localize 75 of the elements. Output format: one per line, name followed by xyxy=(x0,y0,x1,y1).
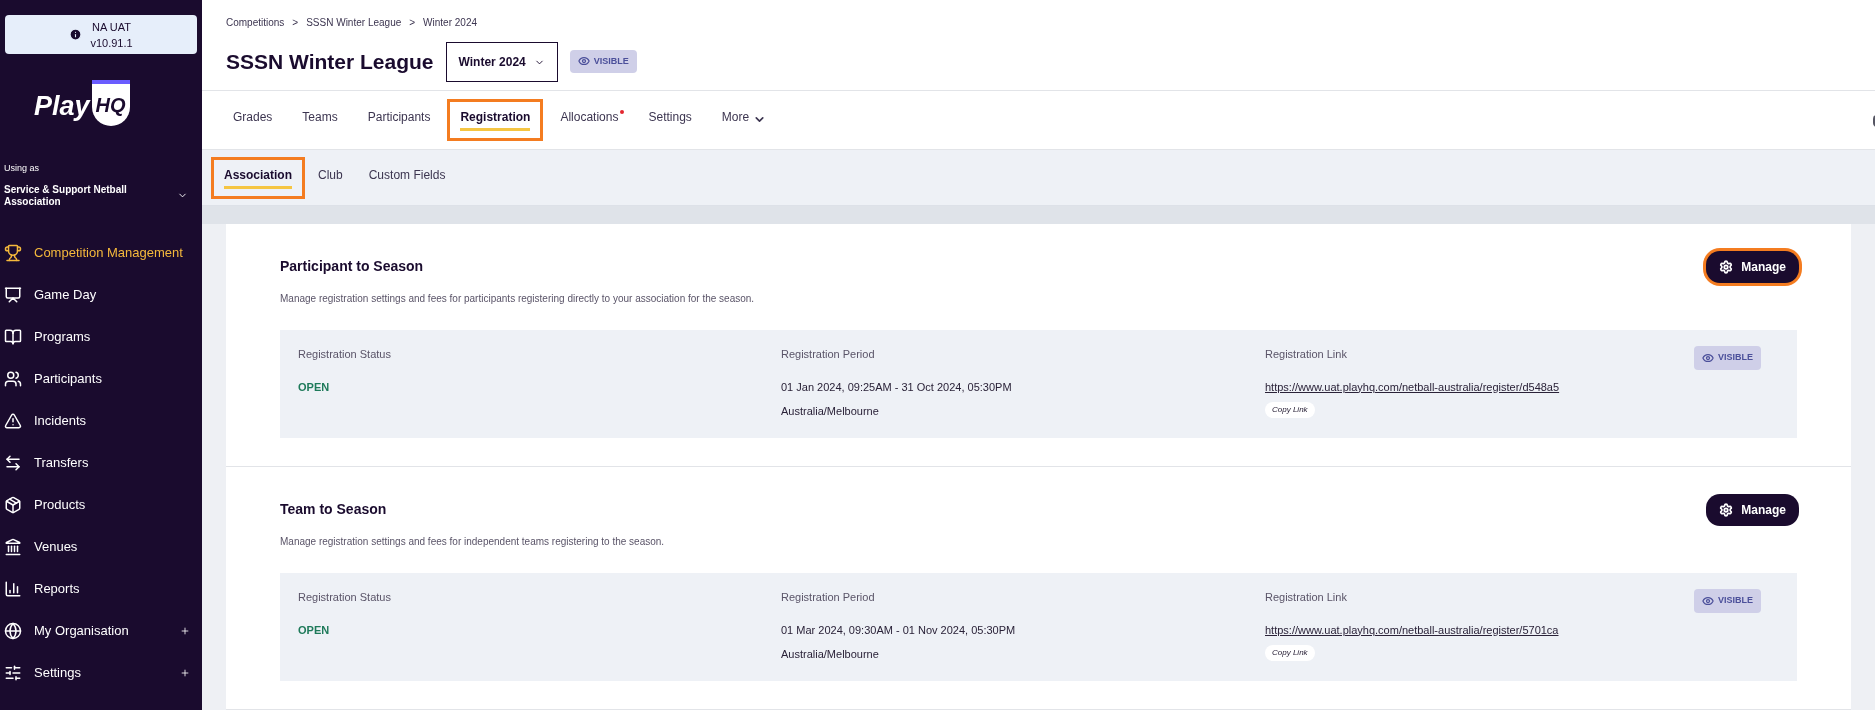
period-label: Registration Period xyxy=(781,347,876,362)
breadcrumb-link[interactable]: Competitions xyxy=(226,15,285,30)
breadcrumb-separator: > xyxy=(292,16,299,30)
nav-item[interactable]: Products xyxy=(0,483,202,526)
registration-link[interactable]: https://www.uat.playhq.com/netball-australia/register/5701ca xyxy=(1265,621,1694,638)
settings-icon xyxy=(1719,260,1734,274)
globe-icon xyxy=(4,621,22,640)
environment-version: v10.91.1 xyxy=(90,35,133,51)
registration-link[interactable]: https://www.uat.playhq.com/netball-australia/register/d548a5 xyxy=(1265,378,1694,395)
nav-item[interactable]: Settings xyxy=(0,651,202,694)
tab[interactable]: Teams xyxy=(289,98,351,141)
link-label: Registration Link xyxy=(1265,590,1348,605)
tab[interactable]: Participants xyxy=(354,98,444,141)
nav-item[interactable]: Transfers xyxy=(0,441,202,484)
visibility-badge: VISIBLE xyxy=(1694,346,1761,370)
eye-icon xyxy=(1702,594,1714,607)
book-icon xyxy=(4,327,22,346)
nav-item[interactable]: Programs xyxy=(0,315,202,358)
timezone-value: Australia/Melbourne xyxy=(781,647,880,662)
sub-tab[interactable]: Association xyxy=(211,156,305,199)
plus-icon[interactable] xyxy=(180,625,190,636)
link-label: Registration Link xyxy=(1265,347,1348,362)
nav-item[interactable]: Participants xyxy=(0,357,202,400)
using-as-label: Using as xyxy=(4,162,40,175)
playhq-logo[interactable]: Play HQ xyxy=(34,76,202,126)
nav-item[interactable]: Reports xyxy=(0,567,202,610)
eye-icon xyxy=(577,55,590,68)
warning-icon xyxy=(4,411,22,430)
eye-icon xyxy=(1702,351,1714,364)
people-icon xyxy=(4,369,22,388)
section-title: Participant to Season xyxy=(280,257,425,276)
period-label: Registration Period xyxy=(781,590,876,605)
period-value: 01 Jan 2024, 09:25AM - 31 Oct 2024, 05:30PM xyxy=(781,379,1013,395)
breadcrumb-separator: > xyxy=(409,16,416,30)
manage-button[interactable]: Manage xyxy=(1706,494,1799,526)
copy-link-button[interactable]: Copy Link xyxy=(1265,402,1315,418)
period-value: 01 Mar 2024, 09:30AM - 01 Nov 2024, 05:30PM xyxy=(781,622,1017,638)
nav-item[interactable]: Venues xyxy=(0,525,202,568)
tab[interactable]: Settings xyxy=(635,98,705,141)
section-description: Manage registration settings and fees for independent teams registering to the season. xyxy=(280,535,665,549)
tab[interactable]: Registration xyxy=(447,98,544,141)
section-description: Manage registration settings and fees for participants registering directly to your association for the season. xyxy=(280,292,755,306)
breadcrumb-link[interactable]: Winter 2024 xyxy=(423,15,478,30)
section-title: Team to Season xyxy=(280,500,388,519)
plus-icon[interactable] xyxy=(180,667,190,678)
sub-tab[interactable]: Custom Fields xyxy=(355,156,459,199)
copy-link-button[interactable]: Copy Link xyxy=(1265,645,1315,661)
sub-tab[interactable]: Club xyxy=(305,156,356,199)
nav-item[interactable]: Competition Management xyxy=(0,231,202,274)
trophy-icon xyxy=(4,243,22,262)
status-label: Registration Status xyxy=(298,347,392,362)
nav-item[interactable]: Game Day xyxy=(0,273,202,316)
environment-name: NA UAT xyxy=(92,19,131,35)
nav-item[interactable]: Incidents xyxy=(0,399,202,442)
info-icon xyxy=(69,28,83,41)
tab[interactable]: More xyxy=(708,98,780,141)
tab[interactable]: Allocations xyxy=(547,98,632,141)
settings-icon xyxy=(1719,503,1734,517)
status-value: OPEN xyxy=(298,622,331,638)
tab[interactable]: Grades xyxy=(220,98,286,141)
visibility-badge: VISIBLE xyxy=(1694,589,1761,613)
season-dropdown[interactable]: Winter 2024 xyxy=(445,42,558,82)
page-title: SSSN Winter League xyxy=(226,49,434,76)
sliders-icon xyxy=(4,663,22,682)
manage-button[interactable]: Manage xyxy=(1706,251,1799,283)
status-value: OPEN xyxy=(298,379,331,395)
visibility-badge: VISIBLE xyxy=(569,49,637,74)
nav-item[interactable]: My Organisation xyxy=(0,609,202,652)
arrows-icon xyxy=(4,453,22,472)
box-icon xyxy=(4,495,22,514)
status-label: Registration Status xyxy=(298,590,392,605)
chart-icon xyxy=(4,579,22,598)
breadcrumb-link[interactable]: SSSN Winter League xyxy=(306,15,402,30)
organisation-name[interactable]: Service & Support Netball Association xyxy=(4,183,154,208)
timezone-value: Australia/Melbourne xyxy=(781,404,880,419)
